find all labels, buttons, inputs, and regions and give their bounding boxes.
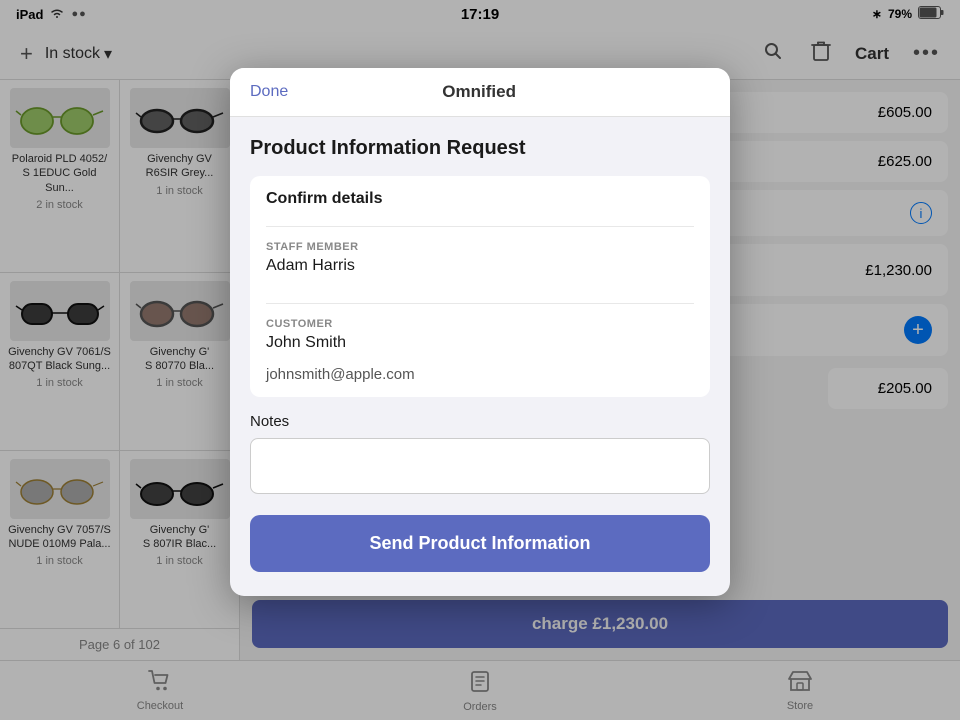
notes-section: Notes bbox=[250, 413, 710, 499]
modal-section-title: Product Information Request bbox=[250, 137, 710, 160]
staff-section: STAFF MEMBER Adam Harris bbox=[250, 227, 710, 303]
staff-value: Adam Harris bbox=[266, 257, 694, 289]
modal-dialog: Done Omnified Product Information Reques… bbox=[230, 68, 730, 596]
modal-done-button[interactable]: Done bbox=[250, 83, 288, 101]
customer-email-modal: johnsmith@apple.com bbox=[266, 366, 694, 383]
customer-label: CUSTOMER bbox=[266, 318, 694, 330]
modal-app-name: Omnified bbox=[288, 82, 670, 102]
confirm-card-header: Confirm details bbox=[250, 176, 710, 226]
staff-label: STAFF MEMBER bbox=[266, 241, 694, 253]
modal-backdrop: Done Omnified Product Information Reques… bbox=[0, 0, 960, 720]
confirm-details-card: Confirm details STAFF MEMBER Adam Harris… bbox=[250, 176, 710, 397]
customer-name: John Smith bbox=[266, 334, 694, 366]
confirm-details-label: Confirm details bbox=[266, 190, 694, 222]
send-product-info-button[interactable]: Send Product Information bbox=[250, 515, 710, 572]
modal-header: Done Omnified bbox=[230, 68, 730, 117]
customer-section: CUSTOMER John Smith johnsmith@apple.com bbox=[250, 304, 710, 397]
modal-body: Product Information Request Confirm deta… bbox=[230, 117, 730, 596]
notes-input[interactable] bbox=[250, 438, 710, 494]
notes-label: Notes bbox=[250, 413, 710, 430]
